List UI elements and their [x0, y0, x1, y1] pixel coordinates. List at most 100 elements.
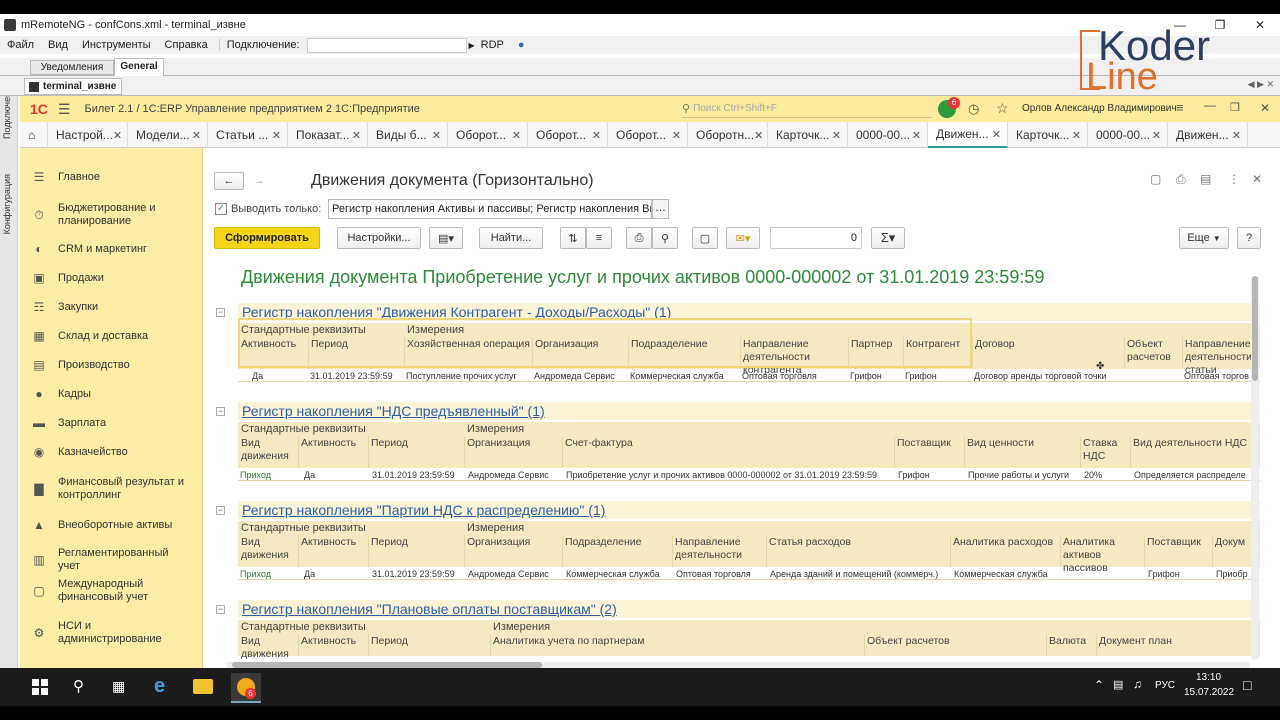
- section-item[interactable]: ▦ Склад и доставка: [20, 329, 203, 343]
- collapse-toggle-icon[interactable]: −: [216, 407, 225, 416]
- session-tab[interactable]: terminal_извне: [24, 78, 122, 95]
- vertical-scroll-thumb[interactable]: [1252, 276, 1258, 381]
- close-tab-icon[interactable]: ✕: [672, 129, 681, 142]
- section-item[interactable]: ● Кадры: [20, 387, 203, 401]
- clock-time[interactable]: 13:10: [1196, 672, 1221, 683]
- nav-tab[interactable]: 0000-00... ✕: [848, 122, 928, 148]
- collapse-all-button[interactable]: ≡: [586, 227, 612, 249]
- nav-tab[interactable]: Оборот... ✕: [448, 122, 528, 148]
- section-item[interactable]: ▲ Внеоборотные активы: [20, 518, 203, 532]
- close-icon[interactable]: ✕: [1260, 101, 1270, 115]
- language-indicator[interactable]: РУС: [1155, 680, 1175, 691]
- tab-notifications[interactable]: Уведомления: [30, 60, 114, 75]
- register-title[interactable]: Регистр накопления "Партии НДС к распред…: [242, 502, 605, 518]
- rdp-protocol[interactable]: RDP: [481, 39, 504, 51]
- nav-tab[interactable]: Оборот... ✕: [608, 122, 688, 148]
- section-item[interactable]: ▇ Финансовый результат и контроллинг: [20, 476, 203, 502]
- help-button[interactable]: ?: [1237, 227, 1261, 249]
- output-only-checkbox[interactable]: ✓: [215, 203, 227, 215]
- clock-date[interactable]: 15.07.2022: [1184, 687, 1234, 698]
- nav-tab[interactable]: Модели... ✕: [128, 122, 208, 148]
- nav-tab[interactable]: Виды б... ✕: [368, 122, 448, 148]
- globe-icon[interactable]: ●: [518, 39, 525, 51]
- minimize-icon[interactable]: —: [1204, 98, 1216, 112]
- nav-tab[interactable]: Статьи ... ✕: [208, 122, 288, 148]
- nav-tab[interactable]: Оборот... ✕: [528, 122, 608, 148]
- section-item[interactable]: ▤ Производство: [20, 358, 203, 372]
- home-tab[interactable]: ⌂: [20, 122, 48, 148]
- close-form-icon[interactable]: ✕: [1252, 172, 1262, 186]
- nav-tab[interactable]: 0000-00... ✕: [1088, 122, 1168, 148]
- close-icon[interactable]: ✕: [1240, 14, 1280, 36]
- collapse-toggle-icon[interactable]: −: [216, 605, 225, 614]
- menu-help[interactable]: Справка: [158, 39, 215, 51]
- preview-button[interactable]: ⚲: [652, 227, 678, 249]
- close-tab-icon[interactable]: ✕: [1152, 129, 1161, 142]
- section-item[interactable]: ▢ Международный финансовый учет: [20, 578, 203, 604]
- variants-button[interactable]: ▤▾: [429, 227, 463, 249]
- close-tab-icon[interactable]: ✕: [1072, 129, 1081, 142]
- print-button[interactable]: ⎙: [626, 227, 652, 249]
- section-item[interactable]: ▬ Зарплата: [20, 416, 203, 430]
- section-item[interactable]: ◐ CRM и маркетинг: [20, 242, 203, 256]
- close-tab-icon[interactable]: ✕: [432, 129, 441, 142]
- tab-general[interactable]: General: [114, 58, 164, 76]
- nav-tab[interactable]: Движен... ✕: [928, 122, 1008, 148]
- task-view-icon[interactable]: ▦: [112, 678, 125, 695]
- report-spreadsheet[interactable]: Движения документа Приобретение услуг и …: [214, 262, 1260, 662]
- search-icon[interactable]: ⚲: [73, 677, 84, 695]
- filter-select-button[interactable]: …: [652, 199, 669, 219]
- close-tab-icon[interactable]: ✕: [113, 129, 122, 142]
- preview-icon[interactable]: ▤: [1200, 172, 1211, 186]
- section-item[interactable]: ▣ Продажи: [20, 271, 203, 285]
- section-item[interactable]: ☰ Главное: [20, 170, 203, 184]
- close-tab-icon[interactable]: ✕: [992, 128, 1001, 141]
- onec-taskbar-icon[interactable]: [231, 673, 261, 703]
- minimize-icon[interactable]: —: [1160, 14, 1200, 36]
- sum-field[interactable]: 0: [770, 227, 862, 249]
- settings-button[interactable]: Настройки...: [337, 227, 421, 249]
- more-button[interactable]: Еще ▼: [1179, 227, 1229, 249]
- side-label-config[interactable]: Конфигурация: [2, 174, 12, 234]
- dropdown-arrow-icon[interactable]: ▶: [469, 41, 475, 50]
- network-icon[interactable]: ▤: [1113, 678, 1123, 691]
- section-item[interactable]: ⚙ НСИ и администрирование: [20, 620, 203, 646]
- save-button[interactable]: ▢: [692, 227, 718, 249]
- close-tab-icon[interactable]: ✕: [912, 129, 921, 142]
- history-icon[interactable]: ◷: [968, 101, 979, 117]
- register-title[interactable]: Регистр накопления "Плановые оплаты пост…: [242, 601, 617, 617]
- vertical-scrollbar[interactable]: [1251, 276, 1259, 660]
- close-tab-icon[interactable]: ✕: [1232, 129, 1241, 142]
- nav-tab[interactable]: Показат... ✕: [288, 122, 368, 148]
- close-tab-icon[interactable]: ✕: [512, 129, 521, 142]
- collapse-toggle-icon[interactable]: −: [216, 506, 225, 515]
- favorites-icon[interactable]: ☆: [996, 100, 1009, 117]
- volume-icon[interactable]: ♫: [1133, 677, 1142, 691]
- start-icon[interactable]: [32, 679, 48, 695]
- close-tab-icon[interactable]: ✕: [592, 129, 601, 142]
- section-item[interactable]: ▥ Регламентированный учет: [20, 547, 203, 573]
- expand-all-button[interactable]: ⇅: [560, 227, 586, 249]
- nav-tab[interactable]: Оборотн... ✕: [688, 122, 768, 148]
- generate-button[interactable]: Сформировать: [214, 227, 320, 249]
- section-item[interactable]: ☶ Закупки: [20, 300, 203, 314]
- action-center-icon[interactable]: □: [1243, 677, 1251, 693]
- close-tab-icon[interactable]: ✕: [352, 129, 361, 142]
- menu-view[interactable]: Вид: [41, 39, 75, 51]
- nav-tab[interactable]: Карточк... ✕: [1008, 122, 1088, 148]
- settings-menu-icon[interactable]: ≡: [1176, 100, 1184, 115]
- find-button[interactable]: Найти...: [479, 227, 543, 249]
- save-icon[interactable]: ▢: [1150, 172, 1161, 186]
- register-title[interactable]: Регистр накопления "Движения Контрагент …: [242, 304, 671, 320]
- close-tab-icon[interactable]: ✕: [754, 129, 763, 142]
- close-tab-icon[interactable]: ✕: [272, 129, 281, 142]
- restore-icon[interactable]: ❐: [1230, 101, 1240, 114]
- user-name[interactable]: Орлов Александр Владимирович: [1022, 103, 1177, 114]
- collapse-toggle-icon[interactable]: −: [216, 308, 225, 317]
- sum-mode-button[interactable]: Σ▾: [871, 227, 905, 249]
- print-icon[interactable]: ⎙: [1176, 172, 1186, 187]
- restore-icon[interactable]: ❐: [1200, 14, 1240, 36]
- filter-field[interactable]: Регистр накопления Активы и пассивы; Рег…: [328, 199, 652, 219]
- forward-button[interactable]: →: [244, 172, 274, 190]
- send-button[interactable]: ✉▾: [726, 227, 760, 249]
